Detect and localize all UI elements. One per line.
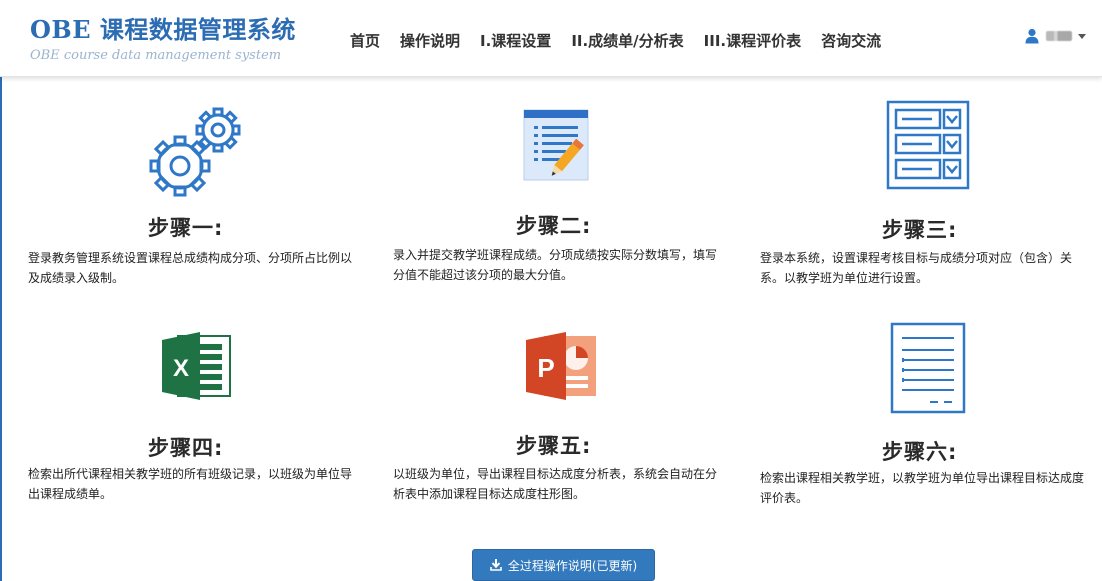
chevron-down-icon (1078, 33, 1086, 39)
step-3-title: 步骤三: (882, 218, 958, 242)
nav-item-instructions[interactable]: 操作说明 (390, 30, 470, 51)
step-3-description: 登录本系统，设置课程考核目标与成绩分项对应（包含）关系。以教学班为单位进行设置。 (760, 251, 1073, 285)
nav-item-home[interactable]: 首页 (340, 30, 390, 51)
brand-title: OBE 课程数据管理系统 (30, 15, 296, 44)
nav-item-course-settings[interactable]: I.课程设置 (470, 30, 561, 51)
report-document-icon (890, 322, 966, 414)
brand-subtitle: OBE course data management system (30, 48, 282, 63)
step-1-description: 登录教务管理系统设置课程总成绩构成分项、分项所占比例以及成绩录入级制。 (28, 251, 353, 285)
user-icon (1025, 28, 1039, 44)
step-1-title: 步骤一: (148, 216, 224, 240)
svg-text:X: X (173, 355, 189, 382)
user-name-redacted (1046, 31, 1072, 41)
form-checklist-icon (886, 100, 970, 190)
step-4-title: 步骤四: (148, 436, 224, 460)
step-5-description: 以班级为单位，导出课程目标达成度分析表，系统会自动在分析表中添加课程目标达成度柱… (393, 467, 718, 501)
step-5-title: 步骤五: (516, 434, 592, 458)
top-navbar: OBE 课程数据管理系统 OBE course data management … (0, 0, 1102, 77)
nav-item-consultation[interactable]: 咨询交流 (811, 30, 891, 51)
nav-item-course-evaluation[interactable]: III.课程评价表 (694, 30, 811, 51)
step-4-description: 检索出所代课程相关教学班的所有班级记录，以班级为单位导出课程成绩单。 (28, 467, 353, 501)
user-menu[interactable] (1024, 28, 1086, 44)
download-icon (490, 559, 502, 571)
nav-item-transcripts[interactable]: II.成绩单/分析表 (561, 30, 693, 51)
brand[interactable]: OBE 课程数据管理系统 OBE course data management … (30, 15, 296, 64)
step-2-title: 步骤二: (516, 214, 592, 238)
download-instructions-button[interactable]: 全过程操作说明(已更新) (472, 549, 655, 581)
main-nav: 首页 操作说明 I.课程设置 II.成绩单/分析表 III.课程评价表 咨询交流 (340, 30, 891, 51)
step-2-description: 录入并提交教学班课程成绩。分项成绩按实际分数填写，填写分值不能超过该分项的最大分… (393, 248, 718, 282)
svg-text:P: P (537, 353, 554, 383)
excel-icon: X (162, 332, 231, 400)
download-button-label: 全过程操作说明(已更新) (507, 558, 638, 573)
document-pencil-icon (523, 109, 589, 181)
powerpoint-icon: P (526, 332, 596, 400)
step-6-description: 检索出课程相关教学班，以教学班为单位导出课程目标达成度评价表。 (760, 471, 1085, 505)
step-6-title: 步骤六: (882, 440, 958, 464)
gears-icon (149, 107, 241, 197)
